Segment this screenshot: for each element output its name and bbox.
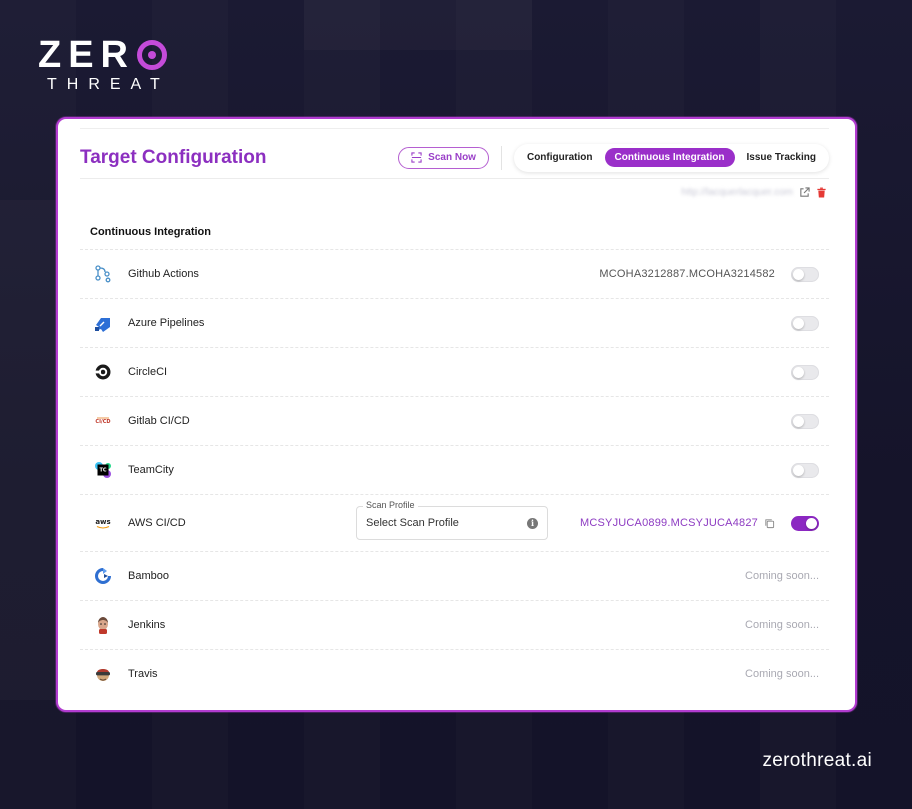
copy-icon[interactable]: [764, 518, 775, 529]
integration-row-aws: aws AWS CI/CD Scan Profile Select Scan P…: [80, 494, 829, 551]
coming-soon-text: Coming soon...: [745, 619, 819, 631]
logo-zero-text: ZER: [38, 34, 135, 76]
integration-name: TeamCity: [128, 464, 174, 476]
teamcity-icon: TC: [92, 459, 114, 481]
integration-toggle[interactable]: [791, 413, 819, 429]
jenkins-icon: [92, 614, 114, 636]
target-configuration-card: Target Configuration Scan Now Configurat…: [56, 117, 857, 712]
background-block: [304, 0, 456, 50]
integration-name: Bamboo: [128, 570, 169, 582]
section-title: Continuous Integration: [90, 226, 211, 238]
travis-icon: [92, 663, 114, 685]
footer-brand: zerothreat.ai: [762, 750, 872, 771]
card-top-divider: [80, 128, 829, 129]
scan-profile-select[interactable]: Scan Profile Select Scan Profile i: [355, 500, 548, 540]
integration-row-bamboo: Bamboo Coming soon...: [80, 551, 829, 600]
header-divider: [500, 145, 502, 170]
background-block: [456, 0, 532, 50]
info-icon[interactable]: i: [526, 517, 538, 529]
svg-text:CI/CD: CI/CD: [95, 419, 110, 425]
circleci-icon: [92, 361, 114, 383]
integration-toggle[interactable]: [791, 266, 819, 282]
integration-name: CircleCI: [128, 366, 168, 378]
tab-bar: Configuration Continuous Integration Iss…: [513, 143, 829, 172]
coming-soon-text: Coming soon...: [745, 570, 819, 582]
integration-row-circleci: CircleCI: [80, 347, 829, 396]
logo-threat-text: THREAT: [47, 76, 170, 93]
tab-configuration[interactable]: Configuration: [517, 148, 603, 167]
logo-o-icon: [137, 40, 167, 70]
aws-icon: aws: [92, 512, 114, 534]
tab-continuous-integration[interactable]: Continuous Integration: [604, 148, 735, 167]
scan-profile-label: Scan Profile: [362, 500, 418, 510]
svg-text:TC: TC: [99, 468, 106, 474]
integration-name: AWS CI/CD: [128, 517, 186, 529]
integration-row-jenkins: Jenkins Coming soon...: [80, 600, 829, 649]
coming-soon-text: Coming soon...: [745, 668, 819, 680]
scan-now-label: Scan Now: [428, 152, 476, 163]
integration-toggle[interactable]: [791, 364, 819, 380]
integration-row-travis: Travis Coming soon...: [80, 649, 829, 698]
scan-icon: [411, 152, 422, 163]
integration-toggle[interactable]: [791, 315, 819, 331]
gitlab-cicd-icon: CI/CD: [92, 410, 114, 432]
scan-profile-value: Select Scan Profile: [365, 517, 459, 529]
tab-issue-tracking[interactable]: Issue Tracking: [737, 148, 826, 167]
github-actions-icon: [92, 263, 114, 285]
integration-name: Github Actions: [128, 268, 199, 280]
svg-text:aws: aws: [95, 518, 110, 526]
integration-list: Github Actions MCOHA3212887.MCOHA3214582…: [80, 249, 829, 698]
logo-wordmark: ZER: [38, 36, 170, 74]
page-title: Target Configuration: [80, 146, 267, 168]
zerothreat-logo: ZER THREAT: [38, 36, 170, 94]
integration-code: MCSYJUCA0899.MCSYJUCA4827: [579, 517, 758, 529]
azure-pipelines-icon: [92, 312, 114, 334]
integration-name: Gitlab CI/CD: [128, 415, 190, 427]
integration-name: Azure Pipelines: [128, 317, 205, 329]
integration-row-teamcity: TC TeamCity: [80, 445, 829, 494]
bamboo-icon: [92, 565, 114, 587]
integration-row-azure-pipelines: Azure Pipelines: [80, 298, 829, 347]
scan-now-button[interactable]: Scan Now: [398, 146, 489, 169]
card-header: Target Configuration Scan Now Configurat…: [80, 141, 829, 179]
external-link-icon[interactable]: [799, 187, 810, 198]
integration-code: MCOHA3212887.MCOHA3214582: [599, 268, 775, 280]
target-url-row: http://lacquerlacquer.com: [681, 187, 827, 198]
trash-icon[interactable]: [816, 187, 827, 198]
integration-name: Jenkins: [128, 619, 166, 631]
target-url: http://lacquerlacquer.com: [681, 187, 793, 198]
background-block: [0, 200, 56, 700]
integration-toggle[interactable]: [791, 515, 819, 531]
integration-name: Travis: [128, 668, 158, 680]
integration-row-github-actions: Github Actions MCOHA3212887.MCOHA3214582: [80, 249, 829, 298]
integration-toggle[interactable]: [791, 462, 819, 478]
integration-row-gitlab: CI/CD Gitlab CI/CD: [80, 396, 829, 445]
